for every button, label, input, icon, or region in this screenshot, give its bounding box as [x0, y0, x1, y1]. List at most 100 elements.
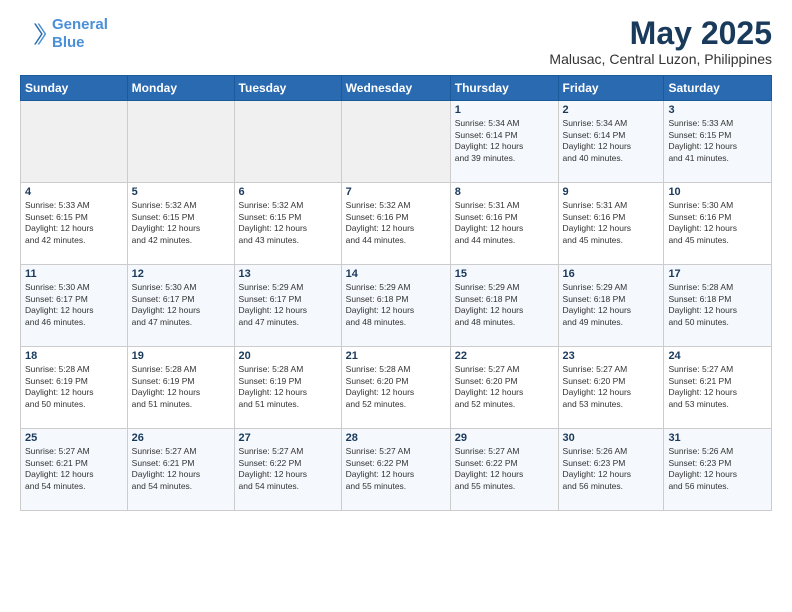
- calendar-cell: 11 Sunrise: 5:30 AM Sunset: 6:17 PM Dayli…: [21, 265, 128, 347]
- weekday-header-wednesday: Wednesday: [341, 76, 450, 101]
- page: General Blue May 2025 Malusac, Central L…: [0, 0, 792, 612]
- day-info: Sunrise: 5:34 AM Sunset: 6:14 PM Dayligh…: [563, 118, 660, 164]
- calendar-cell: 10Sunrise: 5:30 AM Sunset: 6:16 PM Dayli…: [664, 183, 772, 265]
- day-number: 8: [455, 186, 554, 198]
- logo-line2: Blue: [52, 34, 85, 51]
- calendar-cell: 28 Sunrise: 5:27 AM Sunset: 6:22 PM Dayli…: [341, 429, 450, 511]
- day-number: 18: [25, 350, 123, 362]
- day-number: 19: [132, 350, 230, 362]
- day-number: 6: [239, 186, 337, 198]
- logo-line1: General: [52, 16, 108, 33]
- day-info: Sunrise: 5:27 AM Sunset: 6:20 PM Dayligh…: [455, 364, 554, 410]
- weekday-header-thursday: Thursday: [450, 76, 558, 101]
- calendar-cell: 2 Sunrise: 5:34 AM Sunset: 6:14 PM Daylig…: [558, 101, 664, 183]
- calendar-cell: [341, 101, 450, 183]
- day-info: Sunrise: 5:27 AM Sunset: 6:21 PM Dayligh…: [668, 364, 767, 410]
- day-number: 31: [668, 432, 767, 444]
- day-info: Sunrise: 5:26 AM Sunset: 6:23 PM Dayligh…: [563, 446, 660, 492]
- day-info: Sunrise: 5:27 AM Sunset: 6:22 PM Dayligh…: [455, 446, 554, 492]
- calendar-cell: 9 Sunrise: 5:31 AM Sunset: 6:16 PM Daylig…: [558, 183, 664, 265]
- day-info: Sunrise: 5:29 AM Sunset: 6:17 PM Dayligh…: [239, 282, 337, 328]
- day-info: Sunrise: 5:27 AM Sunset: 6:20 PM Dayligh…: [563, 364, 660, 410]
- day-number: 17: [668, 268, 767, 280]
- calendar: SundayMondayTuesdayWednesdayThursdayFrid…: [20, 75, 772, 511]
- day-number: 22: [455, 350, 554, 362]
- day-number: 1: [455, 104, 554, 116]
- day-number: 15: [455, 268, 554, 280]
- day-info: Sunrise: 5:29 AM Sunset: 6:18 PM Dayligh…: [346, 282, 446, 328]
- calendar-cell: 31 Sunrise: 5:26 AM Sunset: 6:23 PM Dayli…: [664, 429, 772, 511]
- day-number: 7: [346, 186, 446, 198]
- day-number: 30: [563, 432, 660, 444]
- day-info: Sunrise: 5:31 AM Sunset: 6:16 PM Dayligh…: [563, 200, 660, 246]
- day-info: Sunrise: 5:34 AM Sunset: 6:14 PM Dayligh…: [455, 118, 554, 164]
- day-number: 11: [25, 268, 123, 280]
- day-number: 2: [563, 104, 660, 116]
- day-info: Sunrise: 5:27 AM Sunset: 6:22 PM Dayligh…: [239, 446, 337, 492]
- day-info: Sunrise: 5:28 AM Sunset: 6:19 PM Dayligh…: [239, 364, 337, 410]
- day-info: Sunrise: 5:27 AM Sunset: 6:22 PM Dayligh…: [346, 446, 446, 492]
- calendar-cell: 7 Sunrise: 5:32 AM Sunset: 6:16 PM Daylig…: [341, 183, 450, 265]
- day-number: 21: [346, 350, 446, 362]
- day-info: Sunrise: 5:26 AM Sunset: 6:23 PM Dayligh…: [668, 446, 767, 492]
- day-info: Sunrise: 5:28 AM Sunset: 6:19 PM Dayligh…: [132, 364, 230, 410]
- calendar-cell: 17Sunrise: 5:28 AM Sunset: 6:18 PM Dayli…: [664, 265, 772, 347]
- calendar-cell: 27Sunrise: 5:27 AM Sunset: 6:22 PM Dayli…: [234, 429, 341, 511]
- day-info: Sunrise: 5:29 AM Sunset: 6:18 PM Dayligh…: [455, 282, 554, 328]
- subtitle: Malusac, Central Luzon, Philippines: [549, 51, 772, 67]
- title-block: May 2025 Malusac, Central Luzon, Philipp…: [549, 16, 772, 67]
- calendar-cell: 3 Sunrise: 5:33 AM Sunset: 6:15 PM Daylig…: [664, 101, 772, 183]
- day-number: 3: [668, 104, 767, 116]
- day-info: Sunrise: 5:30 AM Sunset: 6:17 PM Dayligh…: [25, 282, 123, 328]
- calendar-cell: 29 Sunrise: 5:27 AM Sunset: 6:22 PM Dayli…: [450, 429, 558, 511]
- day-number: 25: [25, 432, 123, 444]
- day-info: Sunrise: 5:30 AM Sunset: 6:17 PM Dayligh…: [132, 282, 230, 328]
- day-info: Sunrise: 5:29 AM Sunset: 6:18 PM Dayligh…: [563, 282, 660, 328]
- calendar-cell: 22 Sunrise: 5:27 AM Sunset: 6:20 PM Dayli…: [450, 347, 558, 429]
- calendar-cell: [234, 101, 341, 183]
- calendar-cell: [21, 101, 128, 183]
- day-info: Sunrise: 5:32 AM Sunset: 6:15 PM Dayligh…: [239, 200, 337, 246]
- calendar-cell: 13 Sunrise: 5:29 AM Sunset: 6:17 PM Dayli…: [234, 265, 341, 347]
- day-number: 13: [239, 268, 337, 280]
- day-number: 14: [346, 268, 446, 280]
- calendar-cell: 19 Sunrise: 5:28 AM Sunset: 6:19 PM Dayli…: [127, 347, 234, 429]
- logo-icon: [20, 20, 48, 48]
- day-number: 16: [563, 268, 660, 280]
- day-number: 26: [132, 432, 230, 444]
- day-number: 12: [132, 268, 230, 280]
- day-info: Sunrise: 5:28 AM Sunset: 6:20 PM Dayligh…: [346, 364, 446, 410]
- logo-text: General Blue: [52, 16, 108, 52]
- calendar-cell: 14 Sunrise: 5:29 AM Sunset: 6:18 PM Dayli…: [341, 265, 450, 347]
- calendar-cell: 4 Sunrise: 5:33 AM Sunset: 6:15 PM Daylig…: [21, 183, 128, 265]
- calendar-cell: 26Sunrise: 5:27 AM Sunset: 6:21 PM Dayli…: [127, 429, 234, 511]
- day-info: Sunrise: 5:33 AM Sunset: 6:15 PM Dayligh…: [25, 200, 123, 246]
- calendar-cell: [127, 101, 234, 183]
- calendar-cell: 24Sunrise: 5:27 AM Sunset: 6:21 PM Dayli…: [664, 347, 772, 429]
- header: General Blue May 2025 Malusac, Central L…: [20, 16, 772, 67]
- calendar-cell: 8Sunrise: 5:31 AM Sunset: 6:16 PM Daylig…: [450, 183, 558, 265]
- calendar-cell: 5Sunrise: 5:32 AM Sunset: 6:15 PM Daylig…: [127, 183, 234, 265]
- weekday-header-saturday: Saturday: [664, 76, 772, 101]
- calendar-cell: 23Sunrise: 5:27 AM Sunset: 6:20 PM Dayli…: [558, 347, 664, 429]
- calendar-cell: 21 Sunrise: 5:28 AM Sunset: 6:20 PM Dayli…: [341, 347, 450, 429]
- weekday-header-monday: Monday: [127, 76, 234, 101]
- weekday-header-sunday: Sunday: [21, 76, 128, 101]
- calendar-cell: 25 Sunrise: 5:27 AM Sunset: 6:21 PM Dayli…: [21, 429, 128, 511]
- day-info: Sunrise: 5:28 AM Sunset: 6:19 PM Dayligh…: [25, 364, 123, 410]
- day-info: Sunrise: 5:33 AM Sunset: 6:15 PM Dayligh…: [668, 118, 767, 164]
- day-info: Sunrise: 5:32 AM Sunset: 6:16 PM Dayligh…: [346, 200, 446, 246]
- calendar-cell: 20 Sunrise: 5:28 AM Sunset: 6:19 PM Dayli…: [234, 347, 341, 429]
- calendar-cell: 6 Sunrise: 5:32 AM Sunset: 6:15 PM Daylig…: [234, 183, 341, 265]
- day-number: 9: [563, 186, 660, 198]
- day-number: 10: [668, 186, 767, 198]
- weekday-header-tuesday: Tuesday: [234, 76, 341, 101]
- logo: General Blue: [20, 16, 108, 52]
- day-number: 5: [132, 186, 230, 198]
- day-info: Sunrise: 5:27 AM Sunset: 6:21 PM Dayligh…: [25, 446, 123, 492]
- day-number: 20: [239, 350, 337, 362]
- day-number: 29: [455, 432, 554, 444]
- calendar-cell: 18 Sunrise: 5:28 AM Sunset: 6:19 PM Dayli…: [21, 347, 128, 429]
- day-number: 28: [346, 432, 446, 444]
- day-number: 4: [25, 186, 123, 198]
